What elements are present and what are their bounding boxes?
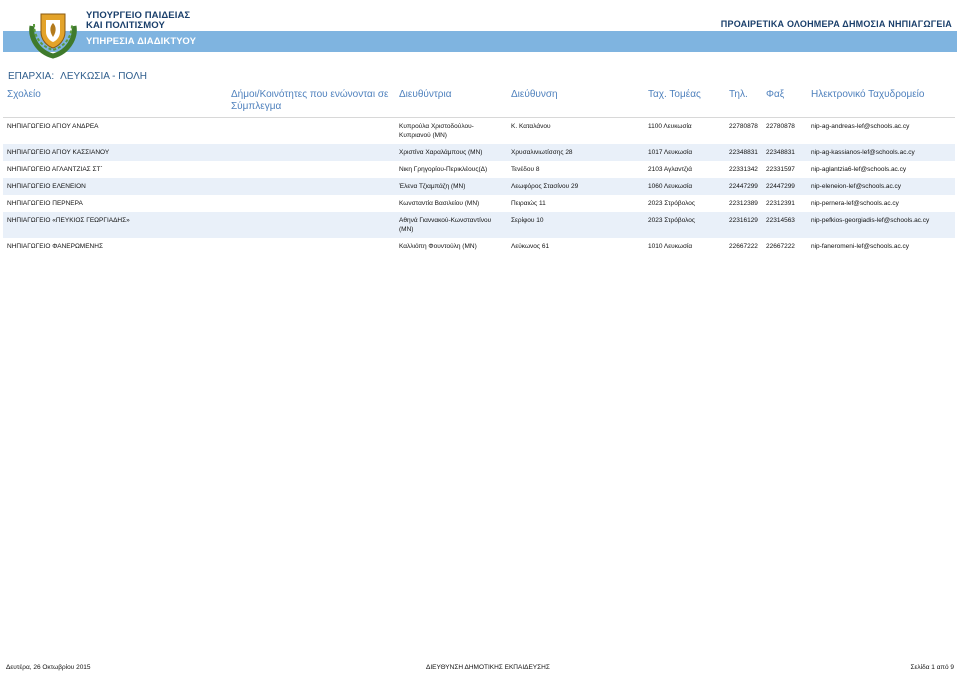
- school-cell: ΝΗΠΙΑΓΩΓΕΙΟ ΦΑΝΕΡΩΜΕΝΗΣ: [7, 242, 103, 250]
- address-cell: Κ. Καταλάνου: [511, 122, 551, 130]
- table-row: ΝΗΠΙΑΓΩΓΕΙΟ ΕΛΕΝΕΙΟΝ Έλενα Τζιαμπάζη (ΜΝ…: [3, 177, 955, 195]
- phone-cell: 22316129: [725, 211, 762, 238]
- phone-cell: 22348831: [725, 143, 762, 161]
- region-label: ΕΠΑΡΧΙΑ:: [8, 71, 55, 82]
- principal-cell: Καλλιόπη Φουντούλη (ΜΝ): [399, 242, 477, 250]
- fax-cell: 22348831: [762, 143, 807, 161]
- municipalities-cell: [227, 143, 395, 161]
- postal-code-cell: 1060 Λευκωσία: [644, 177, 725, 195]
- column-header-principal: Διευθύντρια: [395, 87, 507, 118]
- address-cell: Λεύκωνος 61: [511, 242, 550, 250]
- region-heading: ΕΠΑΡΧΙΑ: ΛΕΥΚΩΣΙΑ - ΠΟΛΗ: [8, 71, 153, 82]
- email-cell[interactable]: nip-eleneion-lef@schools.ac.cy: [807, 177, 955, 195]
- address-cell: Πειραιώς 11: [511, 199, 546, 207]
- table-row: ΝΗΠΙΑΓΩΓΕΙΟ ΦΑΝΕΡΩΜΕΝΗΣ Καλλιόπη Φουντού…: [3, 238, 955, 255]
- municipalities-cell: [227, 238, 395, 255]
- table-row: ΝΗΠΙΑΓΩΓΕΙΟ ΑΓΛΑΝΤΖΙΑΣ ΣΤ΄ Νικη Γρηγορίο…: [3, 161, 955, 178]
- municipalities-cell: [227, 211, 395, 238]
- table-header-row: Σχολείο Δήμοι/Κοινότητες που ενώνονται σ…: [3, 87, 955, 118]
- column-header-postal-code: Ταχ. Τομέας: [644, 87, 725, 118]
- column-header-email: Ηλεκτρονικό Ταχυδρομείο: [807, 87, 955, 118]
- address-cell: Τενέδου 8: [511, 165, 540, 173]
- footer-department: ΔΙΕΥΘΥΝΣΗ ΔΗΜΟΤΙΚΗΣ ΕΚΠΑΙΔΕΥΣΗΣ: [426, 664, 550, 671]
- table-row: ΝΗΠΙΑΓΩΓΕΙΟ ΑΓΙΟΥ ΚΑΣΣΙΑΝΟΥ Χριστίνα Χαρ…: [3, 143, 955, 161]
- postal-code-cell: 2023 Στρόβολος: [644, 211, 725, 238]
- phone-cell: 22447299: [725, 177, 762, 195]
- column-header-phone: Τηλ.: [725, 87, 762, 118]
- fax-cell: 22312391: [766, 199, 795, 207]
- table-row: ΝΗΠΙΑΓΩΓΕΙΟ ΠΕΡΝΕΡΑ Κωνσταντία Βασιλείου…: [3, 195, 955, 212]
- page-header: ΥΠΟΥΡΓΕΙΟ ΠΑΙΔΕΙΑΣ ΚΑΙ ΠΟΛΙΤΙΣΜΟΥ ΥΠΗΡΕΣ…: [0, 0, 960, 60]
- principal-cell: Νικη Γρηγορίου-Περικλέους(Δ): [399, 165, 488, 173]
- municipalities-cell: [227, 117, 395, 144]
- principal-cell: Κυπρούλα Χριστοδούλου-Κυπριανού (ΜΝ): [399, 122, 474, 139]
- email-cell[interactable]: nip-ag-andreas-lef@schools.ac.cy: [807, 117, 955, 144]
- cyprus-emblem-icon: [26, 6, 80, 60]
- postal-code-cell: 2023 Στρόβολος: [648, 199, 695, 207]
- municipalities-cell: [227, 195, 395, 212]
- postal-code-cell: 2103 Αγλαντζιά: [648, 165, 692, 173]
- column-header-fax: Φαξ: [762, 87, 807, 118]
- phone-cell: 22667222: [729, 242, 758, 250]
- email-cell[interactable]: nip-aglantzia6-lef@schools.ac.cy: [807, 161, 955, 178]
- postal-code-cell: 1017 Λευκωσία: [644, 143, 725, 161]
- table-row: ΝΗΠΙΑΓΩΓΕΙΟ «ΠΕΥΚΙΟΣ ΓΕΩΡΓΙΑΔΗΣ» Αθηνά Γ…: [3, 211, 955, 238]
- column-header-school: Σχολείο: [3, 87, 227, 118]
- postal-code-cell: 1010 Λευκωσία: [648, 242, 693, 250]
- school-cell: ΝΗΠΙΑΓΩΓΕΙΟ «ΠΕΥΚΙΟΣ ΓΕΩΡΓΙΑΔΗΣ»: [3, 211, 227, 238]
- school-cell: ΝΗΠΙΑΓΩΓΕΙΟ ΑΓΛΑΝΤΖΙΑΣ ΣΤ΄: [7, 165, 103, 173]
- address-cell: Σερίφου 10: [507, 211, 644, 238]
- region-value: ΛΕΥΚΩΣΙΑ - ΠΟΛΗ: [60, 71, 147, 82]
- principal-cell: Χριστίνα Χαραλάμπους (ΜΝ): [395, 143, 507, 161]
- phone-cell: 22780878: [729, 122, 758, 130]
- email-cell[interactable]: nip-pernera-lef@schools.ac.cy: [807, 195, 955, 212]
- municipalities-cell: [227, 177, 395, 195]
- schools-table: Σχολείο Δήμοι/Κοινότητες που ενώνονται σ…: [3, 87, 955, 255]
- postal-code-cell: 1100 Λευκωσία: [648, 122, 692, 130]
- fax-cell: 22780878: [766, 122, 795, 130]
- fax-cell: 22447299: [762, 177, 807, 195]
- principal-cell: Αθηνά Γιαννακού-Κωνσταντίνου (ΜΝ): [395, 211, 507, 238]
- address-cell: Χρυσαλινιωτίσσης 28: [507, 143, 644, 161]
- fax-cell: 22667222: [766, 242, 795, 250]
- school-cell: ΝΗΠΙΑΓΩΓΕΙΟ ΕΛΕΝΕΙΟΝ: [3, 177, 227, 195]
- email-cell[interactable]: nip-faneromeni-lef@schools.ac.cy: [807, 238, 955, 255]
- email-cell[interactable]: nip-pefkios-georgiadis-lef@schools.ac.cy: [807, 211, 955, 238]
- program-title: ΠΡΟΑΙΡΕΤΙΚΑ ΟΛΟΗΜΕΡΑ ΔΗΜΟΣΙΑ ΝΗΠΙΑΓΩΓΕΙΑ: [720, 19, 952, 29]
- table-row: ΝΗΠΙΑΓΩΓΕΙΟ ΑΓΙΟΥ ΑΝΔΡΕΑ Κυπρούλα Χριστο…: [3, 117, 955, 144]
- municipalities-cell: [227, 161, 395, 178]
- column-header-address: Διεύθυνση: [507, 87, 644, 118]
- school-cell: ΝΗΠΙΑΓΩΓΕΙΟ ΑΓΙΟΥ ΑΝΔΡΕΑ: [7, 122, 99, 130]
- fax-cell: 22314563: [762, 211, 807, 238]
- column-header-municipalities: Δήμοι/Κοινότητες που ενώνονται σε Σύμπλε…: [227, 87, 395, 118]
- footer-date: Δευτέρα, 26 Οκτωβρίου 2015: [6, 664, 91, 671]
- ministry-title: ΥΠΟΥΡΓΕΙΟ ΠΑΙΔΕΙΑΣ ΚΑΙ ΠΟΛΙΤΙΣΜΟΥ ΥΠΗΡΕΣ…: [86, 11, 196, 47]
- address-cell: Λεωφόρος Στασίνου 29: [507, 177, 644, 195]
- fax-cell: 22331597: [766, 165, 795, 173]
- school-cell: ΝΗΠΙΑΓΩΓΕΙΟ ΠΕΡΝΕΡΑ: [7, 199, 83, 207]
- phone-cell: 22312389: [729, 199, 758, 207]
- footer-page-number: Σελίδα 1 από 9: [910, 664, 955, 671]
- principal-cell: Κωνσταντία Βασιλείου (ΜΝ): [399, 199, 480, 207]
- principal-cell: Έλενα Τζιαμπάζη (ΜΝ): [395, 177, 507, 195]
- phone-cell: 22331342: [729, 165, 758, 173]
- school-cell: ΝΗΠΙΑΓΩΓΕΙΟ ΑΓΙΟΥ ΚΑΣΣΙΑΝΟΥ: [3, 143, 227, 161]
- service-name: ΥΠΗΡΕΣΙΑ ΔΙΑΔΙΚΤΥΟΥ: [86, 36, 197, 47]
- email-cell[interactable]: nip-ag-kassianos-lef@schools.ac.cy: [807, 143, 955, 161]
- ministry-line2: ΚΑΙ ΠΟΛΙΤΙΣΜΟΥ: [86, 20, 165, 31]
